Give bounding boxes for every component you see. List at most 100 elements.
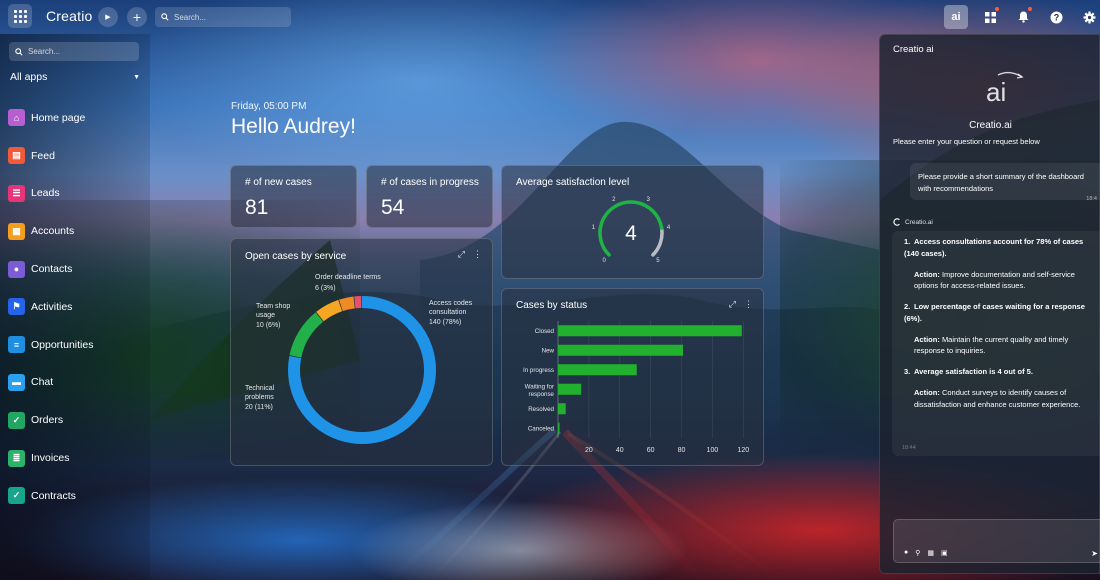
template-icon[interactable]: ▣ bbox=[941, 549, 948, 557]
global-search-input[interactable] bbox=[174, 12, 284, 22]
satisfaction-widget[interactable]: Average satisfaction level 4 012345 bbox=[501, 165, 764, 279]
apps-button[interactable] bbox=[978, 5, 1002, 29]
gauge-tick-label: 2 bbox=[612, 197, 616, 203]
sidebar-item-label: Activities bbox=[31, 300, 73, 313]
contacts-icon: ● bbox=[8, 260, 25, 278]
help-icon: ? bbox=[1050, 11, 1062, 23]
sidebar-item-label: Chat bbox=[31, 376, 54, 389]
open-cases-widget[interactable]: Open cases by service ⤢ ⋮ Order deadline… bbox=[230, 238, 493, 466]
sidebar-item-contracts[interactable]: ✓ Contracts bbox=[8, 477, 93, 515]
label-technical-name-2: problems bbox=[245, 394, 274, 401]
help-button[interactable]: ? bbox=[1044, 5, 1068, 29]
settings-button[interactable] bbox=[1077, 5, 1100, 29]
home-icon: ⌂ bbox=[8, 109, 25, 127]
ai-prompt-tools: ● ⚲ ▦ ▣ bbox=[904, 549, 948, 557]
add-button[interactable]: + bbox=[127, 7, 147, 27]
summary-point: 2. Low percentage of cases waiting for a … bbox=[904, 302, 1085, 323]
creatio-logo: Creatio bbox=[46, 8, 93, 24]
sidebar-nav: ⌂ Home page ▤ Feed ☰ Leads ▦ Accounts ● … bbox=[8, 99, 93, 515]
sidebar-item-label: Contacts bbox=[31, 263, 73, 276]
donut-slice-technical-problems[interactable] bbox=[289, 312, 324, 358]
bot-message-time: 18:44 bbox=[902, 445, 916, 451]
label-access-codes-name-2: consultation bbox=[429, 309, 466, 316]
bar-in-progress[interactable] bbox=[558, 364, 637, 376]
sidebar-item-label: Accounts bbox=[31, 225, 75, 238]
y-tick-label: response bbox=[529, 391, 555, 398]
y-tick-label: New bbox=[542, 348, 555, 355]
sidebar-search[interactable] bbox=[9, 42, 139, 61]
sidebar-search-input[interactable] bbox=[28, 47, 128, 56]
x-tick-label: 100 bbox=[707, 447, 719, 454]
bar-resolved[interactable] bbox=[558, 403, 566, 415]
donut-slice-team-shop-usage[interactable] bbox=[316, 299, 343, 322]
notifications-button[interactable] bbox=[1011, 5, 1035, 29]
y-tick-label: Resolved bbox=[528, 406, 554, 413]
send-icon[interactable]: ➤ bbox=[1091, 549, 1098, 558]
ai-panel-header: Creatio ai bbox=[893, 44, 934, 55]
kpi-cases-in-progress[interactable]: # of cases in progress 54 bbox=[366, 165, 493, 228]
sidebar-item-contacts[interactable]: ● Contacts bbox=[8, 250, 93, 288]
cases-by-status-widget[interactable]: Cases by status ⤢ ⋮ 20 40 60 80 100 120 Closed… bbox=[501, 288, 764, 466]
y-tick-label: Canceled bbox=[528, 426, 555, 433]
sidebar-item-label: Home page bbox=[31, 111, 86, 124]
apps-dropdown[interactable]: All apps ▼ bbox=[10, 71, 140, 83]
gauge-tick-label: 0 bbox=[602, 258, 606, 264]
ai-prompt-box[interactable]: ● ⚲ ▦ ▣ ➤ bbox=[893, 519, 1100, 563]
sidebar-item-opportunities[interactable]: ≡ Opportunities bbox=[8, 326, 93, 364]
kpi-value: 54 bbox=[381, 196, 405, 219]
svg-text:?: ? bbox=[1053, 12, 1059, 22]
notification-dot bbox=[1028, 7, 1032, 11]
sidebar-item-feed[interactable]: ▤ Feed bbox=[8, 137, 93, 175]
creatio-bot-icon bbox=[893, 218, 900, 226]
sidebar-item-chat[interactable]: ▬ Chat bbox=[8, 364, 93, 402]
ai-logo-text: ai bbox=[986, 77, 1007, 107]
sidebar-item-accounts[interactable]: ▦ Accounts bbox=[8, 212, 93, 250]
page-title: Hello Audrey! bbox=[231, 115, 356, 138]
sidebar-item-orders[interactable]: ✓ Orders bbox=[8, 401, 93, 439]
bar-new[interactable] bbox=[558, 344, 684, 356]
app-launcher-button[interactable] bbox=[8, 4, 32, 28]
run-process-button[interactable]: ▶ bbox=[98, 7, 118, 27]
top-bar: Creatio ▶ + ai ? bbox=[0, 0, 1100, 34]
sidebar-item-invoices[interactable]: ≣ Invoices bbox=[8, 439, 93, 477]
plus-icon: + bbox=[132, 9, 142, 25]
y-tick-label: In progress bbox=[523, 367, 554, 374]
bar-waiting-for-response[interactable] bbox=[558, 383, 582, 395]
label-team-shop-name-1: Team shop bbox=[256, 303, 290, 310]
kpi-title: # of cases in progress bbox=[381, 177, 479, 188]
creatio-ai-button[interactable]: ai bbox=[944, 5, 968, 29]
user-message-time: 18:4 bbox=[1086, 196, 1097, 202]
label-access-codes-name-1: Access codes bbox=[429, 300, 473, 307]
sidebar-item-activities[interactable]: ⚑ Activities bbox=[8, 288, 93, 326]
bell-icon bbox=[1018, 11, 1028, 23]
sidebar-item-home-page[interactable]: ⌂ Home page bbox=[8, 99, 93, 137]
chat-icon: ▬ bbox=[8, 373, 25, 391]
label-access-codes-value: 140 (78%) bbox=[429, 319, 461, 326]
bar-closed[interactable] bbox=[558, 325, 742, 337]
label-technical-name-1: Technical bbox=[245, 385, 275, 392]
kpi-new-cases[interactable]: # of new cases 81 bbox=[230, 165, 357, 228]
sidebar-item-label: Orders bbox=[31, 414, 64, 427]
play-icon: ▶ bbox=[105, 13, 111, 21]
bot-header: Creatio.ai bbox=[893, 218, 933, 226]
gauge-tick-label: 1 bbox=[592, 225, 596, 231]
gauge-tick-label: 4 bbox=[667, 225, 671, 231]
gauge-tick-label: 5 bbox=[656, 258, 660, 264]
bot-message: 1. Access consultations account for 78% o… bbox=[892, 231, 1100, 456]
sidebar-item-label: Opportunities bbox=[31, 338, 94, 351]
donut-slice-order-deadline-terms[interactable] bbox=[339, 296, 355, 312]
opportunities-icon: ≡ bbox=[8, 336, 25, 354]
grid-icon bbox=[13, 9, 27, 23]
mic-icon[interactable]: ● bbox=[904, 549, 908, 557]
kpi-value: 81 bbox=[245, 196, 269, 219]
attach-icon[interactable]: ⚲ bbox=[915, 549, 920, 557]
ai-prompt-input[interactable] bbox=[900, 524, 1096, 542]
summary-action: Action: Maintain the current quality and… bbox=[914, 334, 1069, 356]
sidebar-item-leads[interactable]: ☰ Leads bbox=[8, 175, 93, 213]
orders-icon: ✓ bbox=[8, 411, 25, 429]
date-time: Friday, 05:00 PM bbox=[231, 101, 307, 112]
ai-icon: ai bbox=[951, 11, 961, 23]
global-search[interactable] bbox=[155, 7, 291, 27]
table-icon[interactable]: ▦ bbox=[927, 549, 934, 557]
bar-canceled[interactable] bbox=[558, 422, 560, 434]
